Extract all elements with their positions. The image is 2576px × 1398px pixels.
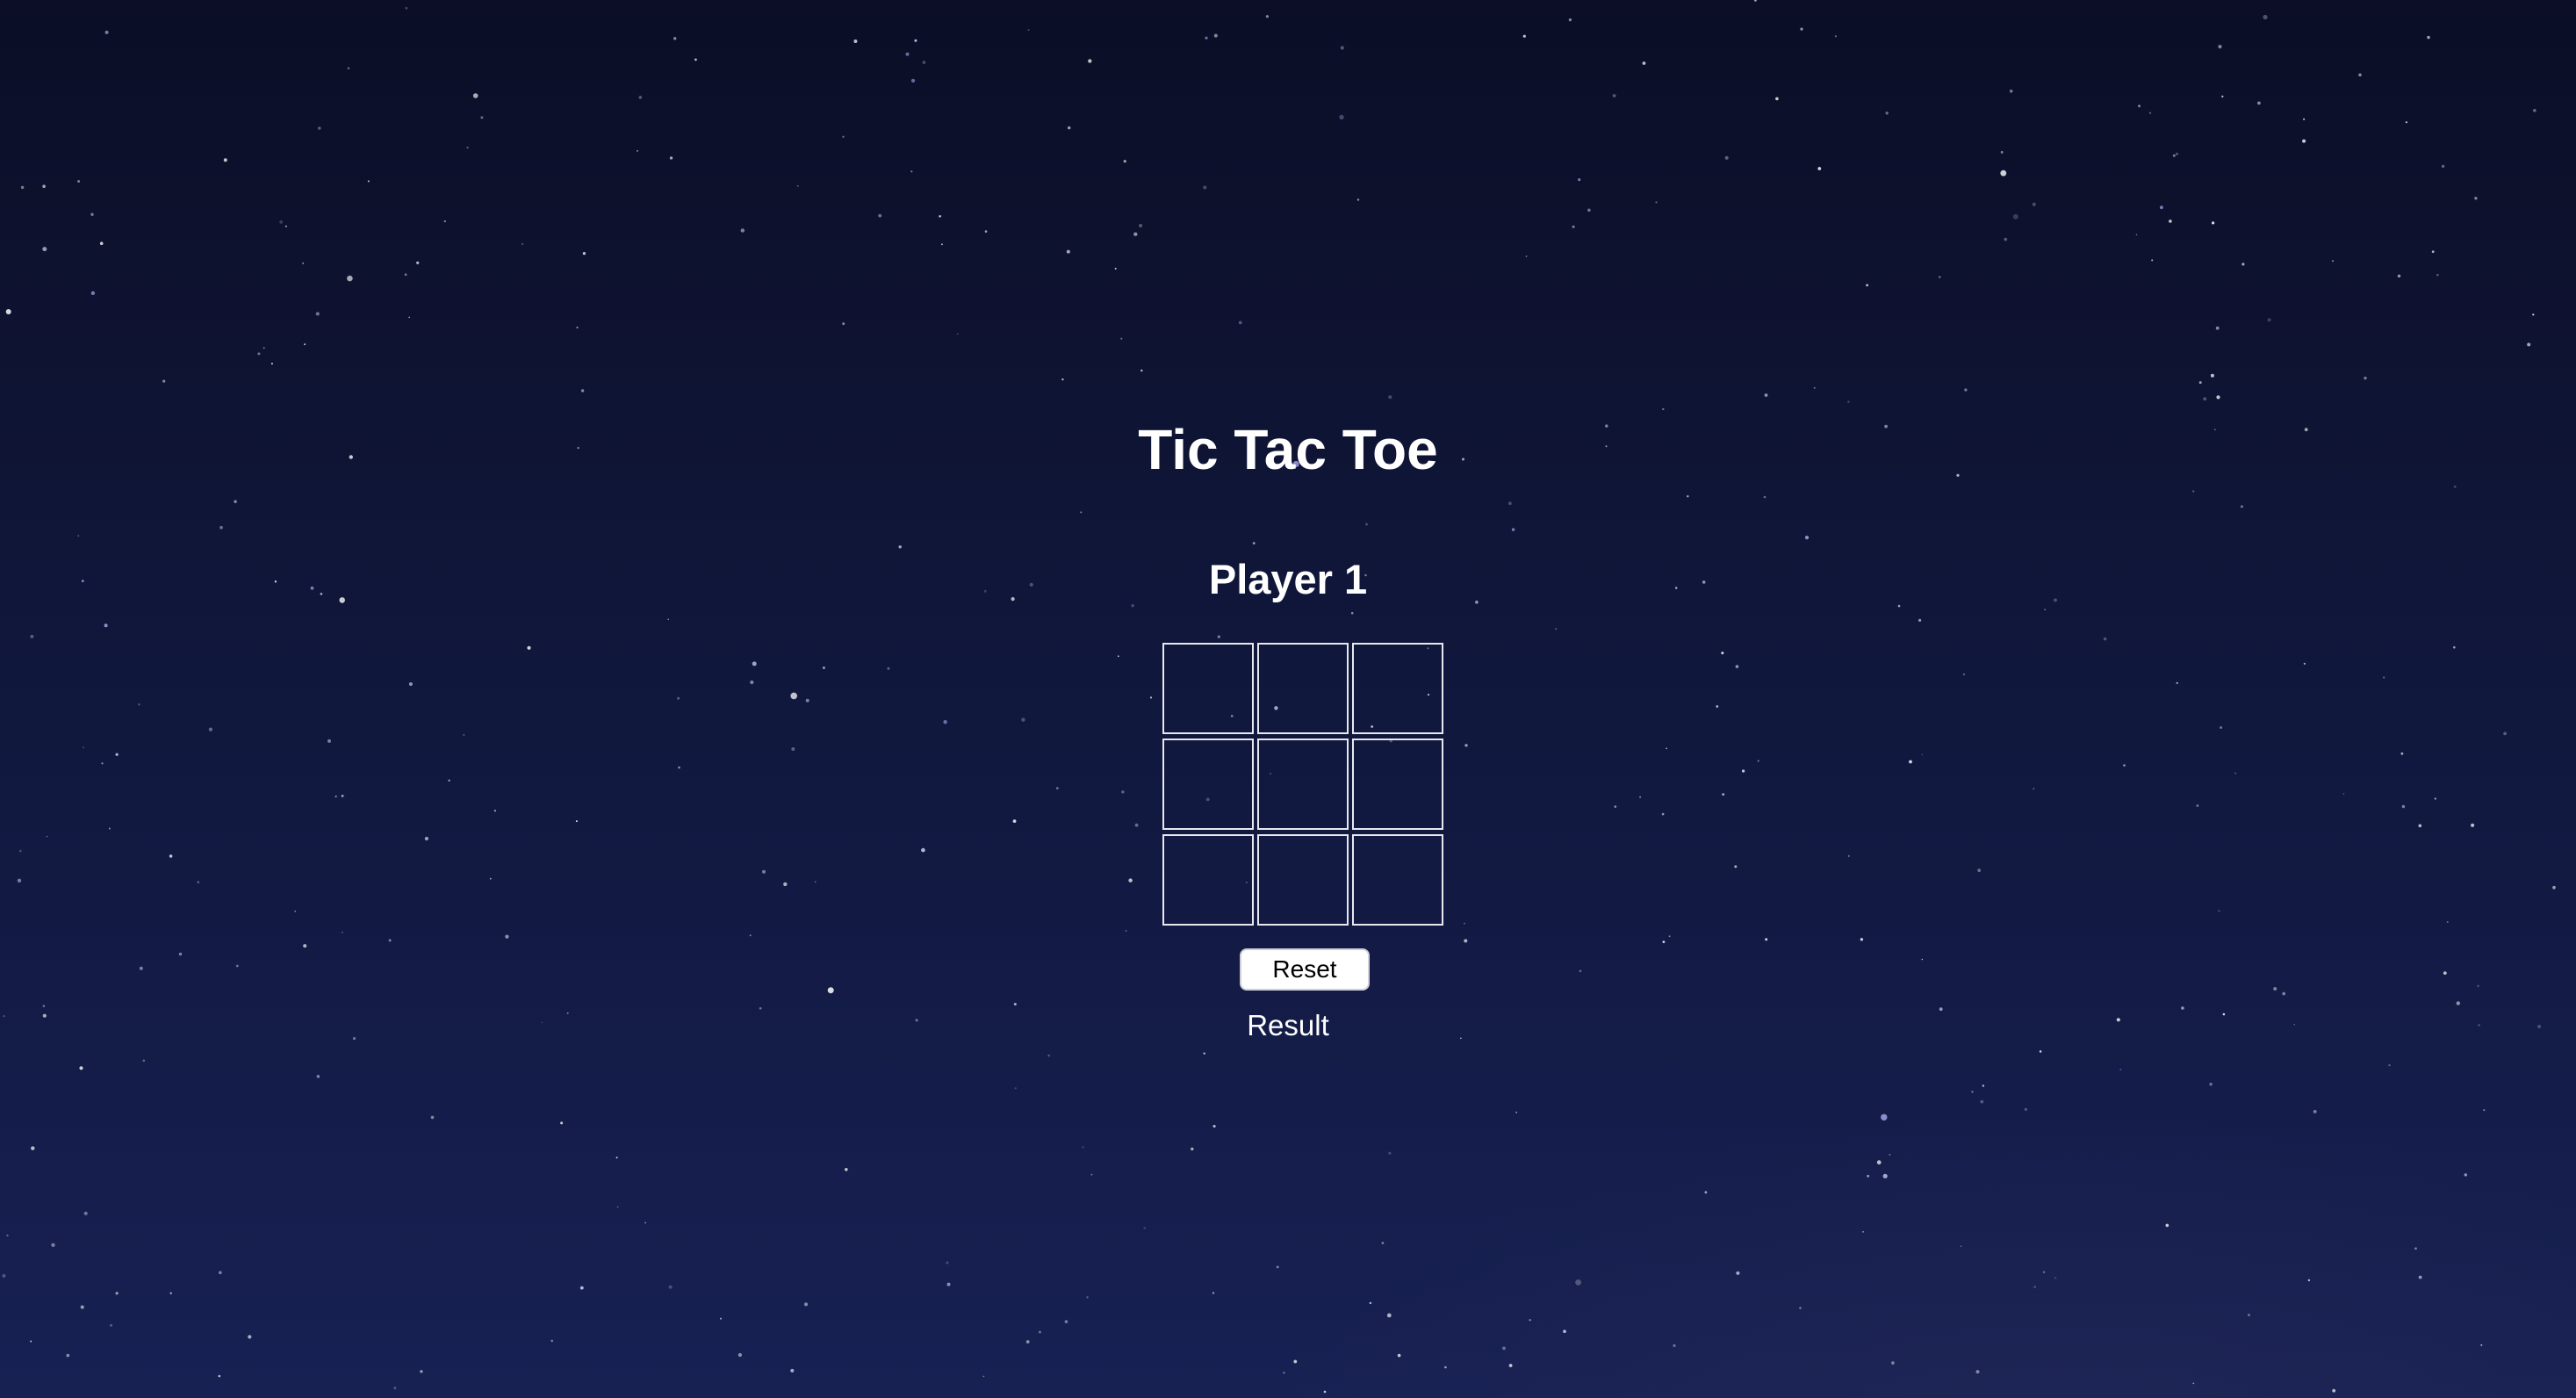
board-cell-r2-c3[interactable]: [1352, 739, 1443, 830]
board-cell-r3-c3[interactable]: [1352, 834, 1443, 926]
board-cell-r1-c3[interactable]: [1352, 643, 1443, 734]
board-cell-r3-c2[interactable]: [1257, 834, 1349, 926]
board-cell-r3-c1[interactable]: [1162, 834, 1254, 926]
reset-button[interactable]: Reset: [1240, 948, 1370, 991]
page-title: Tic Tac Toe: [1138, 418, 1438, 481]
board-cell-r1-c2[interactable]: [1257, 643, 1349, 734]
current-player-label: Player 1: [1208, 556, 1368, 602]
board-cell-r2-c2[interactable]: [1257, 739, 1349, 830]
board-cell-r2-c1[interactable]: [1162, 739, 1254, 830]
board-cell-r1-c1[interactable]: [1162, 643, 1254, 734]
result-text: Result: [1247, 1009, 1329, 1041]
game-container: Tic Tac Toe Player 1 Reset Result: [0, 0, 2576, 1398]
game-board: [1162, 643, 1447, 929]
